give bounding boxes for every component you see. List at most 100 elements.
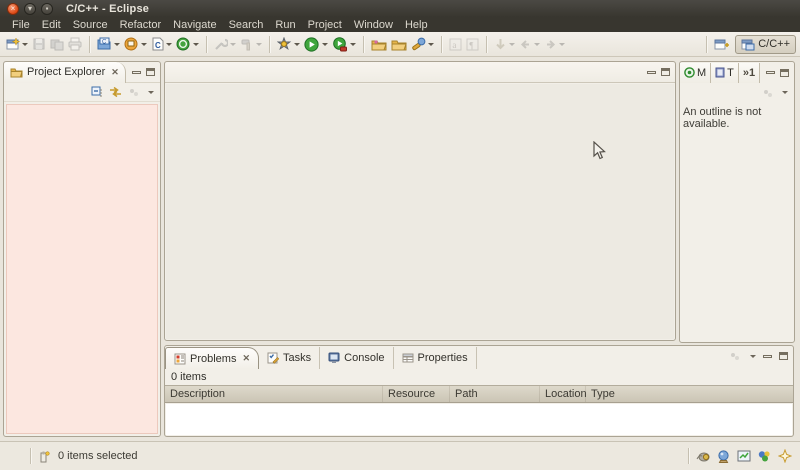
menu-edit[interactable]: Edit [36, 18, 67, 32]
tab-console-label: Console [344, 352, 384, 364]
collapse-all-icon[interactable] [91, 86, 103, 98]
view-menu-icon[interactable] [750, 355, 756, 358]
compass-star-icon[interactable] [778, 449, 792, 463]
filter-icon[interactable] [729, 350, 741, 362]
menu-project[interactable]: Project [302, 18, 348, 32]
column-type[interactable]: Type [586, 386, 793, 402]
minimize-view-icon[interactable] [763, 355, 772, 358]
make-build-button[interactable] [174, 34, 201, 54]
focus-task-icon[interactable] [128, 86, 140, 98]
tab-properties[interactable]: Properties [394, 347, 477, 369]
new-cpp-project-icon: C [97, 37, 112, 51]
minimize-view-icon[interactable] [766, 71, 775, 74]
balloons-icon[interactable] [758, 450, 771, 463]
debug-icon [277, 37, 292, 51]
new-cpp-project-button[interactable]: C [95, 34, 122, 54]
window-close-button[interactable]: × [7, 3, 19, 15]
perspective-label: C/C++ [758, 38, 790, 50]
forward-button[interactable] [542, 34, 567, 54]
column-path[interactable]: Path [450, 386, 540, 402]
window-maximize-button[interactable]: ▪ [41, 3, 53, 15]
bottom-tabs: Problems ✕ Tasks Console Properties [165, 346, 793, 369]
status-icons [688, 448, 792, 464]
tab-tasks-label: Tasks [283, 352, 311, 364]
build-all-button[interactable] [122, 34, 149, 54]
column-location[interactable]: Location [540, 386, 586, 402]
link-with-editor-icon[interactable] [109, 86, 122, 98]
svg-text:a: a [452, 40, 456, 50]
minimize-view-icon[interactable] [132, 71, 141, 74]
project-explorer-tab[interactable]: Project Explorer ✕ [4, 62, 126, 83]
maximize-view-icon[interactable] [779, 352, 788, 360]
make-targets-tab-label: M [697, 67, 706, 79]
close-icon[interactable]: ✕ [242, 353, 250, 364]
external-tools-button[interactable] [330, 34, 358, 54]
tab-overflow-chevron[interactable]: »1 [739, 63, 760, 83]
back-button[interactable] [517, 34, 542, 54]
toggle-mark-occurrences-button[interactable]: a [447, 34, 464, 54]
open-folder-button[interactable] [369, 34, 389, 54]
chevron-down-icon [141, 43, 147, 46]
build-active-button[interactable] [238, 34, 264, 54]
statusbar: 0 items selected [0, 441, 800, 470]
perspective-cpp-button[interactable]: C/C++ [735, 35, 796, 54]
outline-action-icon[interactable] [762, 87, 774, 99]
build-config-button[interactable] [212, 34, 238, 54]
problems-table-body [166, 404, 792, 435]
maximize-editor-icon[interactable] [661, 68, 670, 76]
toolbar-separator [486, 36, 487, 53]
tab-console[interactable]: Console [320, 347, 393, 369]
tab-problems-label: Problems [190, 353, 236, 365]
make-targets-tab[interactable]: M [680, 63, 711, 83]
outline-view: M T »1 An outline is not available. [679, 61, 795, 343]
window-minimize-button[interactable]: ▾ [24, 3, 36, 15]
open-perspective-button[interactable] [712, 34, 731, 54]
status-separator [30, 448, 31, 464]
menu-run[interactable]: Run [269, 18, 301, 32]
run-button[interactable] [302, 34, 330, 54]
tab-problems[interactable]: Problems ✕ [165, 347, 259, 369]
search-button[interactable] [409, 34, 436, 54]
open-resource-button[interactable] [389, 34, 409, 54]
task-list-tab[interactable]: T [711, 63, 739, 83]
last-edit-location-button[interactable] [492, 34, 517, 54]
maximize-view-icon[interactable] [146, 68, 155, 76]
save-button[interactable] [30, 34, 48, 54]
menu-refactor[interactable]: Refactor [114, 18, 168, 32]
maximize-view-icon[interactable] [780, 69, 789, 77]
menu-window[interactable]: Window [348, 18, 399, 32]
close-icon[interactable]: ✕ [111, 67, 119, 78]
tab-tasks[interactable]: Tasks [259, 347, 320, 369]
editor-tab-strip [165, 62, 675, 83]
crystal-ball-icon[interactable] [717, 450, 730, 463]
chevron-down-icon [322, 43, 328, 46]
chart-image-icon[interactable] [737, 450, 751, 462]
debug-button[interactable] [275, 34, 302, 54]
items-count-row: 0 items [165, 369, 793, 385]
menu-file[interactable]: File [6, 18, 36, 32]
toolbar-separator [441, 36, 442, 53]
new-wizard-button[interactable] [4, 34, 30, 54]
menu-help[interactable]: Help [399, 18, 434, 32]
show-whitespace-button[interactable]: ¶ [464, 34, 481, 54]
menu-source[interactable]: Source [67, 18, 114, 32]
secure-storage-icon[interactable] [696, 450, 710, 462]
tasks-icon [267, 352, 279, 364]
view-menu-icon[interactable] [782, 91, 788, 94]
menu-search[interactable]: Search [223, 18, 270, 32]
open-resource-icon [391, 38, 407, 51]
new-c-file-button[interactable]: C [149, 34, 174, 54]
view-menu-icon[interactable] [148, 91, 154, 94]
print-button[interactable] [66, 34, 84, 54]
chevron-down-icon [166, 43, 172, 46]
save-icon [32, 37, 46, 51]
external-tools-icon [332, 37, 348, 52]
column-description[interactable]: Description [165, 386, 383, 402]
chevron-down-icon [114, 43, 120, 46]
menu-navigate[interactable]: Navigate [167, 18, 222, 32]
project-explorer-tree[interactable] [6, 104, 158, 434]
column-resource[interactable]: Resource [383, 386, 450, 402]
save-all-button[interactable] [48, 34, 66, 54]
minimize-editor-icon[interactable] [647, 71, 656, 74]
print-icon [68, 37, 82, 51]
